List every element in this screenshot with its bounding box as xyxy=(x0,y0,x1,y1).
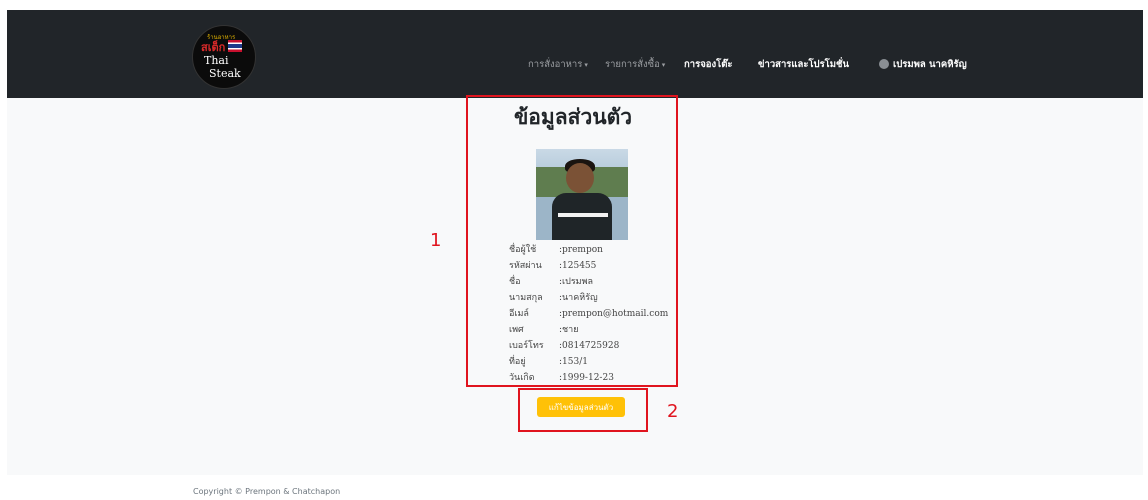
annotation-box-profile xyxy=(466,95,678,387)
logo-line2: Steak xyxy=(209,67,241,80)
nav-order-list-label: รายการสั่งซื้อ xyxy=(605,59,660,70)
nav-news-promotions-label: ข่าวสารและโปรโมชั่น xyxy=(758,59,849,70)
chevron-down-icon: ▾ xyxy=(584,61,588,69)
chevron-down-icon: ▾ xyxy=(661,61,666,69)
nav-user-name: เปรมพล นาคหิรัญ xyxy=(893,59,967,70)
thai-steak-logo[interactable]: ร้านอาหาร สเต็ก Thai Steak xyxy=(192,25,256,89)
nav-news-promotions[interactable]: ข่าวสารและโปรโมชั่น xyxy=(758,57,849,72)
annotation-box-edit-button xyxy=(518,388,648,432)
nav-table-booking-label: การจองโต๊ะ xyxy=(684,59,733,70)
footer-copyright: Copyright © Prempon & Chatchapon xyxy=(193,487,341,496)
logo-flag-icon xyxy=(228,40,242,52)
nav-table-booking[interactable]: การจองโต๊ะ xyxy=(684,57,732,72)
annotation-number-1: 1 xyxy=(430,230,442,251)
nav-food-order-label: การสั่งอาหาร xyxy=(528,59,583,70)
top-navbar: ร้านอาหาร สเต็ก Thai Steak การสั่งอาหาร ▾… xyxy=(7,10,1143,98)
nav-user-menu[interactable]: เปรมพล นาคหิรัญ xyxy=(879,57,967,72)
nav-order-list[interactable]: รายการสั่งซื้อ ▾ xyxy=(605,57,665,72)
user-avatar-icon xyxy=(879,58,889,69)
logo-line1: Thai xyxy=(204,54,229,67)
annotation-number-2: 2 xyxy=(667,401,679,422)
nav-food-order[interactable]: การสั่งอาหาร ▾ xyxy=(528,57,588,72)
